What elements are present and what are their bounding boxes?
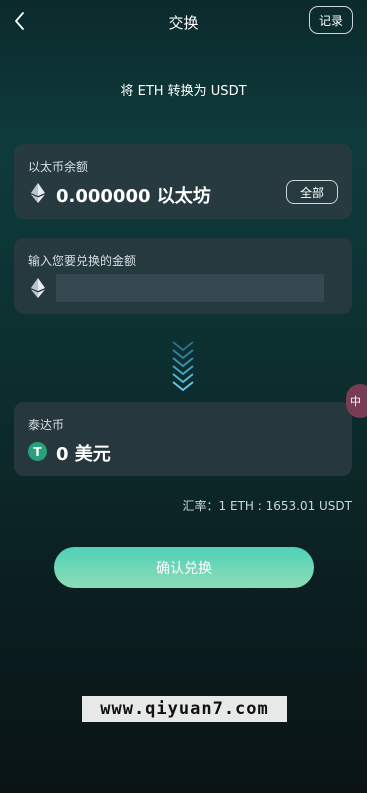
language-chip[interactable]: 中 bbox=[346, 384, 367, 418]
target-label: 泰达币 bbox=[28, 418, 65, 432]
target-card: 泰达币 T 0 美元 bbox=[14, 402, 352, 476]
ethereum-icon bbox=[31, 278, 45, 298]
balance-card: 以太币余额 0.000000 以太坊 全部 bbox=[14, 144, 352, 219]
all-button[interactable]: 全部 bbox=[286, 180, 338, 204]
watermark: www.qiyuan7.com bbox=[82, 696, 287, 722]
amount-input[interactable] bbox=[56, 274, 324, 302]
chevrons-down-icon bbox=[172, 341, 194, 392]
amount-label: 输入您要兑换的金额 bbox=[28, 254, 137, 268]
exchange-rate: 汇率：1 ETH : 1653.01 USDT bbox=[182, 499, 352, 513]
target-amount: 0 美元 bbox=[56, 444, 111, 465]
record-button[interactable]: 记录 bbox=[309, 6, 353, 34]
balance-label: 以太币余额 bbox=[28, 160, 89, 174]
balance-amount: 0.000000 以太坊 bbox=[56, 186, 211, 207]
confirm-exchange-button[interactable]: 确认兑换 bbox=[54, 547, 314, 588]
amount-card: 输入您要兑换的金额 bbox=[14, 238, 352, 314]
swap-subtitle: 将 ETH 转换为 USDT bbox=[120, 84, 247, 99]
ethereum-icon bbox=[31, 183, 45, 203]
tether-icon: T bbox=[28, 442, 47, 461]
